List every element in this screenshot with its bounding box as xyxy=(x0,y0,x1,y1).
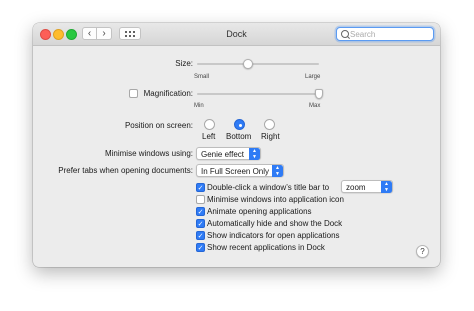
minimise-into-icon-checkbox[interactable] xyxy=(196,195,205,204)
double-click-action-value: zoom xyxy=(346,182,366,192)
autohide-dock-checkbox[interactable]: ✓ xyxy=(196,219,205,228)
size-slider-knob[interactable] xyxy=(243,59,254,69)
updown-arrows-icon: ▲ ▼ xyxy=(381,181,392,193)
size-max-label: Large xyxy=(305,74,321,80)
prefer-tabs-value: In Full Screen Only xyxy=(201,166,270,176)
search-icon xyxy=(341,30,349,38)
help-button[interactable]: ? xyxy=(416,245,429,258)
minimise-effect-value: Genie effect xyxy=(201,149,244,159)
title-bar: ‹ › Dock xyxy=(33,23,440,46)
double-click-action-popup[interactable]: zoom ▲ ▼ xyxy=(341,180,393,193)
search-input[interactable] xyxy=(350,29,430,39)
autohide-dock-label: Automatically hide and show the Dock xyxy=(207,219,343,228)
animate-opening-label: Animate opening applications xyxy=(207,207,312,216)
minimise-into-icon-label: Minimise windows into application icon xyxy=(207,195,344,204)
minimise-effect-popup[interactable]: Genie effect ▲ ▼ xyxy=(196,147,261,160)
position-left-label: Left xyxy=(202,132,216,141)
double-click-title-bar-checkbox[interactable]: ✓ xyxy=(196,183,205,192)
dock-preferences-window: ‹ › Dock Size: Small Large Magnification… xyxy=(33,23,440,267)
minimise-label: Minimise windows using: xyxy=(104,149,193,158)
show-recent-apps-label: Show recent applications in Dock xyxy=(207,243,325,252)
size-label: Size: xyxy=(175,59,193,68)
magnification-max-label: Max xyxy=(309,103,321,109)
position-bottom-label: Bottom xyxy=(226,132,252,141)
size-slider-track[interactable] xyxy=(197,63,319,65)
show-indicators-label: Show indicators for open applications xyxy=(207,231,340,240)
prefer-tabs-label: Prefer tabs when opening documents: xyxy=(58,166,193,175)
prefer-tabs-popup[interactable]: In Full Screen Only ▲ ▼ xyxy=(196,164,284,177)
magnification-min-label: Min xyxy=(194,103,204,109)
search-field[interactable] xyxy=(336,27,434,41)
position-left-radio[interactable] xyxy=(204,119,215,130)
position-right-radio[interactable] xyxy=(264,119,275,130)
updown-arrows-icon: ▲ ▼ xyxy=(272,165,283,177)
position-bottom-radio[interactable] xyxy=(234,119,245,130)
position-label: Position on screen: xyxy=(124,121,193,130)
size-min-label: Small xyxy=(194,74,210,80)
animate-opening-checkbox[interactable]: ✓ xyxy=(196,207,205,216)
magnification-slider-knob[interactable] xyxy=(315,89,323,99)
magnification-slider-track[interactable] xyxy=(197,93,319,95)
magnification-checkbox[interactable] xyxy=(129,89,138,98)
updown-arrows-icon: ▲ ▼ xyxy=(249,148,260,160)
show-indicators-checkbox[interactable]: ✓ xyxy=(196,231,205,240)
double-click-title-bar-label: Double-click a window’s title bar to xyxy=(207,183,330,192)
show-recent-apps-checkbox[interactable]: ✓ xyxy=(196,243,205,252)
position-right-label: Right xyxy=(261,132,280,141)
magnification-label: Magnification: xyxy=(143,89,193,98)
